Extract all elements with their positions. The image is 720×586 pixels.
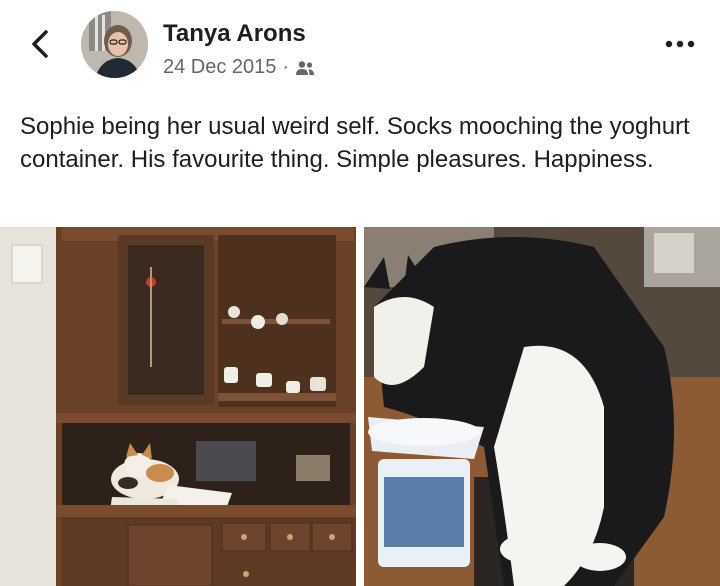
post-date[interactable]: 24 Dec 2015 — [163, 56, 276, 79]
photo-sophie-cabinet[interactable] — [0, 227, 356, 586]
meta-separator: · — [282, 56, 290, 78]
photo-socks-yoghurt[interactable] — [364, 227, 720, 586]
more-options-button[interactable] — [660, 30, 700, 58]
author-name[interactable]: Tanya Arons — [163, 20, 306, 48]
back-chevron-icon — [32, 30, 48, 58]
cabinet-cat-image — [0, 227, 356, 586]
post-header: Tanya Arons 24 Dec 2015 · — [0, 0, 720, 100]
avatar-photo — [81, 11, 148, 78]
cat-yoghurt-image — [364, 227, 720, 586]
back-button[interactable] — [26, 28, 54, 60]
avatar[interactable] — [81, 11, 148, 78]
post-caption: Sophie being her usual weird self. Socks… — [20, 113, 690, 173]
post-meta: 24 Dec 2015 · — [163, 56, 315, 79]
friends-icon — [296, 60, 315, 75]
more-options-icon — [665, 40, 695, 48]
